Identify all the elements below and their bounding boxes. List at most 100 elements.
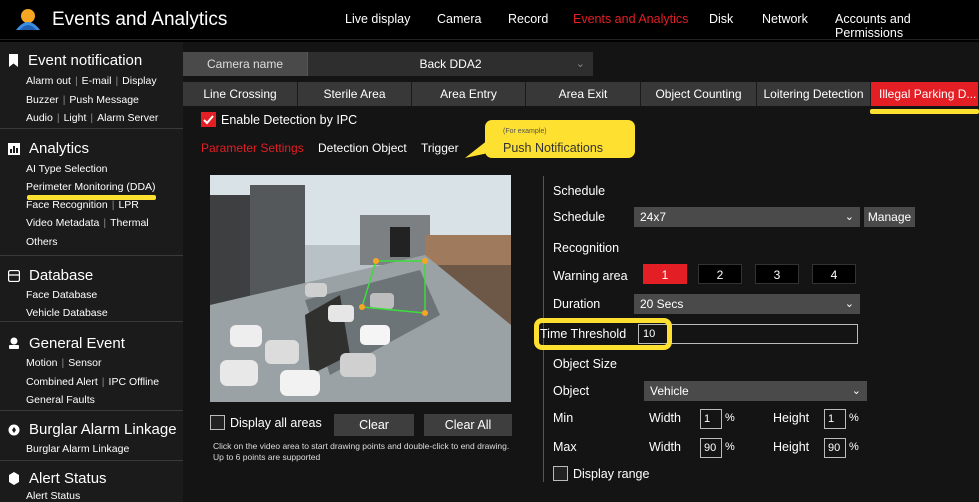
min-width-percent: % — [725, 412, 735, 424]
sidebar-item-alarm-out[interactable]: Alarm out — [26, 75, 71, 87]
sidebar-section-database: Database Face Database Vehicle Database — [0, 257, 183, 322]
tab-area-exit[interactable]: Area Exit — [526, 82, 641, 106]
nav-disk[interactable]: Disk — [709, 12, 733, 26]
sidebar-item-motion[interactable]: Motion — [26, 357, 58, 369]
display-range-label: Display range — [573, 466, 650, 481]
detection-tabs: Line Crossing Sterile Area Area Entry Ar… — [183, 82, 979, 106]
sidebar-item-general-faults[interactable]: General Faults — [26, 394, 95, 406]
database-icon — [8, 269, 20, 282]
sidebar-head-database[interactable]: Database — [8, 267, 93, 284]
duration-label: Duration — [553, 297, 601, 311]
tab-object-counting[interactable]: Object Counting — [641, 82, 757, 106]
recognition-section-title: Recognition — [553, 241, 620, 255]
sidebar-item-thermal[interactable]: Thermal — [110, 217, 149, 229]
sidebar-item-email[interactable]: E-mail — [82, 75, 112, 87]
camera-select[interactable]: Back DDA2 ⌄ — [307, 52, 593, 76]
sidebar-item-push-message[interactable]: Push Message — [69, 94, 138, 106]
sidebar-item-light[interactable]: Light — [64, 112, 87, 124]
drawing-hint: Click on the video area to start drawing… — [213, 441, 510, 462]
bookmark-icon — [9, 54, 18, 67]
warning-area-label: Warning area — [553, 269, 628, 283]
max-width-percent: % — [725, 441, 735, 453]
sidebar-item-perimeter-monitoring[interactable]: Perimeter Monitoring (DDA) — [26, 181, 156, 193]
warning-area-4-button[interactable]: 4 — [812, 264, 856, 284]
min-height-input[interactable]: 1 — [824, 409, 846, 429]
tab-area-entry[interactable]: Area Entry — [412, 82, 526, 106]
min-width-input[interactable]: 1 — [700, 409, 722, 429]
subtab-detection-object[interactable]: Detection Object — [318, 141, 407, 155]
sidebar-item-sensor[interactable]: Sensor — [68, 357, 101, 369]
sidebar-item-audio[interactable]: Audio — [26, 112, 53, 124]
sidebar-section-event-notification: Event notification Alarm out | E-mail | Disp… — [0, 42, 183, 129]
sidebar-head-event-notification[interactable]: Event notification — [8, 52, 142, 69]
tab-illegal-parking[interactable]: Illegal Parking D... — [871, 82, 979, 106]
sidebar-item-video-metadata[interactable]: Video Metadata — [26, 217, 99, 229]
manage-button[interactable]: Manage — [864, 207, 915, 227]
nav-record[interactable]: Record — [508, 12, 548, 26]
analytics-icon — [8, 142, 20, 155]
sidebar-item-lpr[interactable]: LPR — [118, 199, 138, 211]
nav-events-analytics[interactable]: Events and Analytics — [573, 12, 688, 26]
sidebar-head-alert-status[interactable]: Alert Status — [8, 470, 107, 487]
sidebar-head-label: General Event — [29, 335, 125, 352]
sidebar-line: Combined Alert | IPC Offline — [26, 376, 160, 388]
app-title: Events and Analytics — [52, 9, 228, 30]
warning-area-1-button[interactable]: 1 — [643, 264, 687, 284]
sidebar-head-label: Burglar Alarm Linkage — [29, 421, 177, 438]
push-notifications-callout: (For example) Push Notifications — [465, 120, 635, 158]
subtab-parameter-settings[interactable]: Parameter Settings — [201, 141, 304, 155]
sidebar-item-alarm-server[interactable]: Alarm Server — [97, 112, 158, 124]
sidebar-item-alert-status[interactable]: Alert Status — [26, 490, 80, 502]
clear-button[interactable]: Clear — [334, 414, 414, 436]
nav-live-display[interactable]: Live display — [345, 12, 410, 26]
video-preview[interactable] — [210, 175, 511, 402]
chevron-down-icon: ⌄ — [851, 385, 861, 397]
tab-loitering-detection[interactable]: Loitering Detection — [757, 82, 871, 106]
sidebar-item-others[interactable]: Others — [26, 236, 58, 248]
display-all-areas-row: Display all areas — [210, 415, 322, 430]
sidebar-item-face-database[interactable]: Face Database — [26, 289, 97, 301]
nav-accounts-permissions[interactable]: Accounts and Permissions — [835, 12, 979, 40]
tab-line-crossing[interactable]: Line Crossing — [183, 82, 298, 106]
max-height-input[interactable]: 90 — [824, 438, 846, 458]
sidebar: Event notification Alarm out | E-mail | Disp… — [0, 42, 183, 502]
sidebar-item-burglar-alarm-linkage[interactable]: Burglar Alarm Linkage — [26, 443, 129, 455]
subtab-trigger[interactable]: Trigger — [421, 141, 459, 155]
clear-all-button[interactable]: Clear All — [424, 414, 512, 436]
enable-detection-checkbox[interactable] — [201, 112, 216, 127]
enable-detection-row: Enable Detection by IPC — [201, 112, 357, 127]
callout-text: Push Notifications — [503, 141, 604, 155]
highlight-underline-illegal-parking — [870, 109, 979, 114]
nav-network[interactable]: Network — [762, 12, 808, 26]
sidebar-item-vehicle-database[interactable]: Vehicle Database — [26, 307, 108, 319]
sidebar-item-ai-type-selection[interactable]: AI Type Selection — [26, 163, 108, 175]
sidebar-head-label: Event notification — [28, 52, 143, 69]
schedule-section-title: Schedule — [553, 184, 606, 198]
sidebar-line: Motion | Sensor — [26, 357, 102, 369]
display-range-checkbox[interactable] — [553, 466, 568, 481]
warning-area-3-button[interactable]: 3 — [755, 264, 799, 284]
sidebar-item-buzzer[interactable]: Buzzer — [26, 94, 59, 106]
sidebar-item-ipc-offline[interactable]: IPC Offline — [109, 376, 160, 388]
warning-area-2-button[interactable]: 2 — [698, 264, 742, 284]
max-width-input[interactable]: 90 — [700, 438, 722, 458]
nav-camera[interactable]: Camera — [437, 12, 481, 26]
alert-icon — [9, 472, 19, 485]
sidebar-head-burglar-alarm[interactable]: Burglar Alarm Linkage — [8, 421, 177, 438]
sidebar-head-analytics[interactable]: Analytics — [8, 140, 89, 157]
schedule-select[interactable]: 24x7 ⌄ — [634, 207, 860, 227]
sidebar-head-general-event[interactable]: General Event — [8, 335, 125, 352]
camera-row: Camera name Back DDA2 ⌄ — [183, 52, 979, 76]
sidebar-item-face-recognition[interactable]: Face Recognition — [26, 199, 108, 211]
sidebar-item-combined-alert[interactable]: Combined Alert — [26, 376, 98, 388]
sidebar-section-alert-status: Alert Status Alert Status — [0, 462, 183, 502]
max-height-label: Height — [773, 440, 810, 454]
tab-sterile-area[interactable]: Sterile Area — [298, 82, 412, 106]
max-height-percent: % — [849, 441, 859, 453]
duration-select[interactable]: 20 Secs ⌄ — [634, 294, 860, 314]
sidebar-item-display[interactable]: Display — [122, 75, 156, 87]
object-select[interactable]: Vehicle ⌄ — [644, 381, 867, 401]
display-all-areas-checkbox[interactable] — [210, 415, 225, 430]
camera-feed-image — [210, 175, 511, 402]
sidebar-head-label: Analytics — [29, 140, 90, 157]
